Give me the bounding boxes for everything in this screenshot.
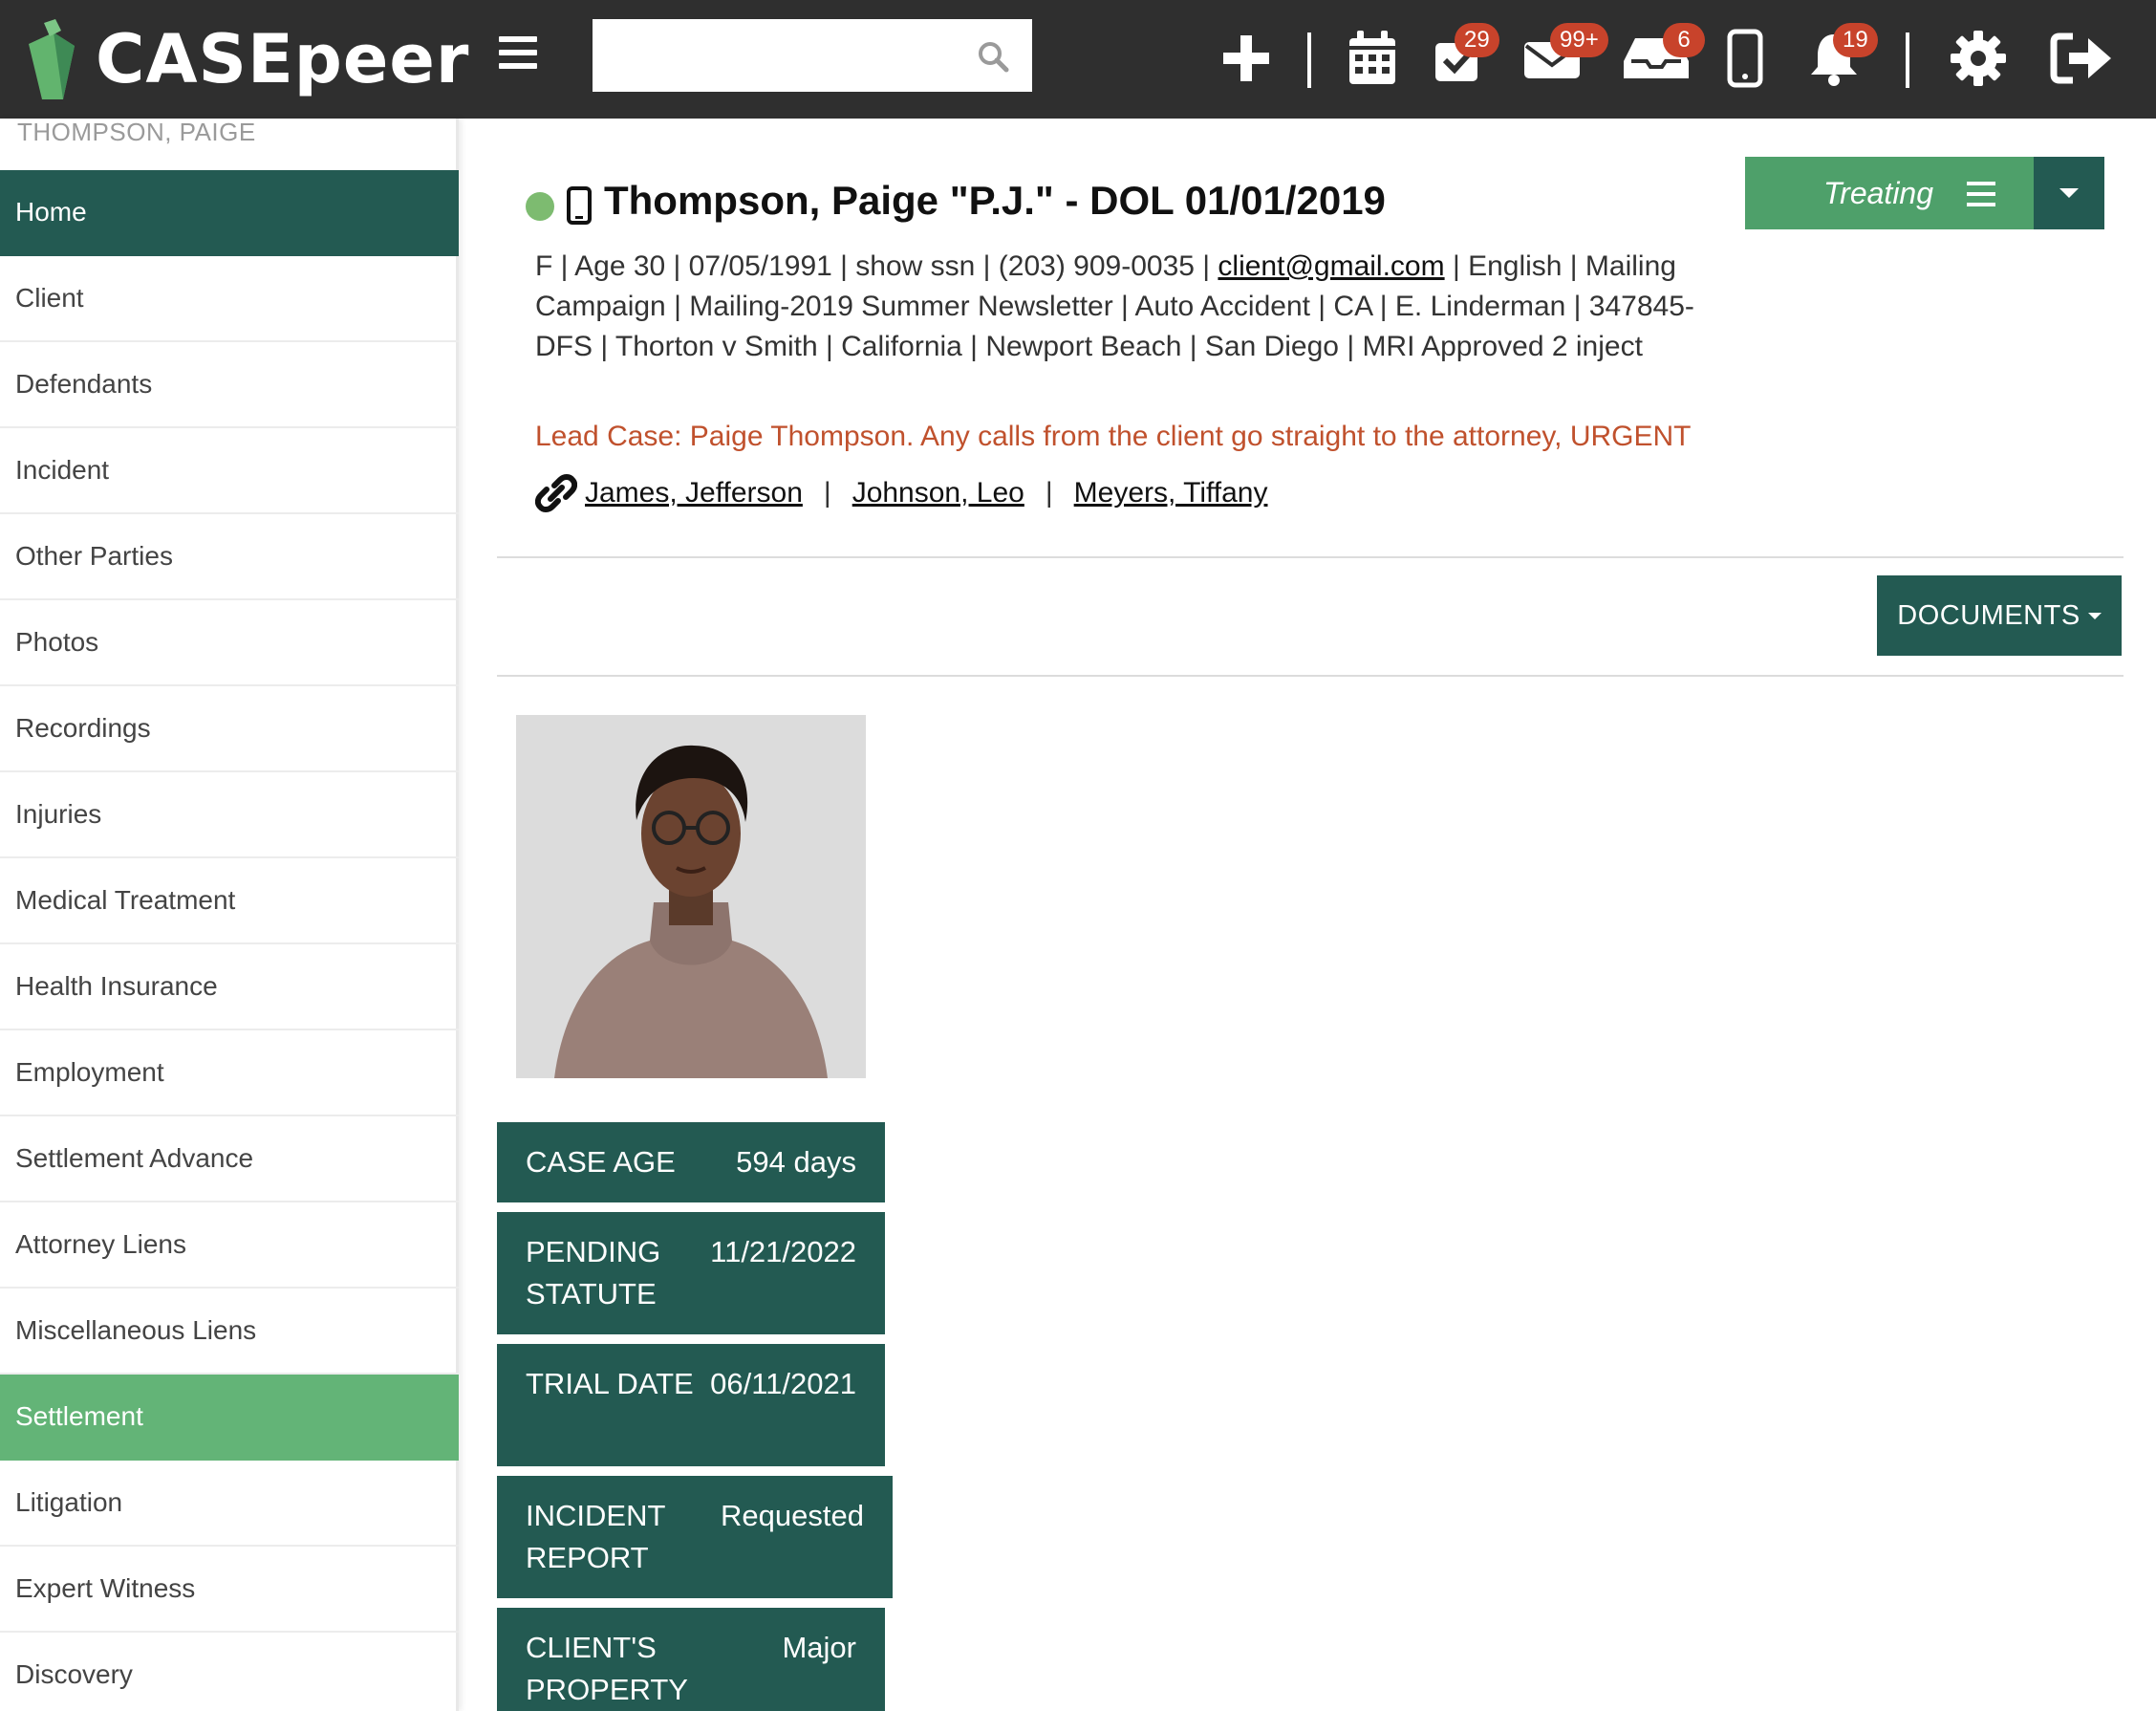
stat-value: 06/11/2021 (710, 1367, 856, 1400)
client-info-line1: F | Age 30 | 07/05/1991 | show ssn | (20… (535, 250, 1218, 282)
stat-label: CASE AGE (526, 1145, 676, 1179)
stat-value: Requested (721, 1499, 864, 1532)
link-separator: | (823, 477, 831, 509)
sidebar-item-settlement[interactable]: Settlement (0, 1375, 459, 1461)
sidebar-item-client[interactable]: Client (0, 256, 459, 342)
mail-badge: 99+ (1550, 23, 1608, 57)
mobile-phone-icon (1727, 29, 1763, 88)
tasks-button[interactable]: 29 (1432, 23, 1499, 90)
casepeer-logo-icon (29, 19, 75, 99)
stat-pending-statute: PENDING STATUTE 11/21/2022 (497, 1212, 885, 1334)
sidebar-item-recordings[interactable]: Recordings (0, 686, 459, 772)
case-status-button[interactable]: Treating (1745, 157, 2034, 229)
divider (497, 556, 2124, 558)
sign-out-icon (2050, 32, 2111, 84)
stat-label: PENDING STATUTE (526, 1235, 661, 1310)
search-input[interactable] (593, 19, 1032, 92)
toolbar-divider (1906, 32, 1909, 88)
stat-clients-property: CLIENT'S PROPERTY Major (497, 1608, 885, 1711)
plus-icon (1223, 35, 1269, 81)
sidebar-item-medical-treatment[interactable]: Medical Treatment (0, 858, 459, 944)
related-cases: James, Jefferson | Johnson, Leo | Meyers… (535, 472, 1268, 514)
divider (497, 675, 2124, 677)
menu-toggle-button[interactable] (499, 36, 537, 75)
case-status-label: Treating (1823, 175, 1934, 210)
toolbar-divider (1307, 32, 1311, 88)
inbox-button[interactable]: 6 (1621, 23, 1705, 90)
tasks-badge: 29 (1455, 23, 1499, 57)
notifications-button[interactable]: 19 (1806, 23, 1878, 90)
stat-case-age: CASE AGE 594 days (497, 1122, 885, 1202)
stat-label: INCIDENT REPORT (526, 1499, 665, 1574)
sidebar-item-employment[interactable]: Employment (0, 1030, 459, 1116)
settings-button[interactable] (1950, 27, 2007, 90)
sidebar-item-incident[interactable]: Incident (0, 428, 459, 514)
sidebar-item-attorney-liens[interactable]: Attorney Liens (0, 1202, 459, 1289)
stat-label: TRIAL DATE (526, 1367, 694, 1400)
mobile-phone-icon (567, 186, 592, 225)
case-title: Thompson, Paige "P.J." - DOL 01/01/2019 (604, 178, 1386, 223)
case-status-dropdown[interactable] (2034, 157, 2104, 229)
related-case-link[interactable]: James, Jefferson (585, 477, 803, 509)
sidebar: THOMPSON, PAIGE Home Client Defendants I… (0, 119, 459, 1711)
caret-down-icon (2059, 188, 2079, 198)
caret-down-icon (2087, 612, 2102, 619)
sidebar-item-settlement-advance[interactable]: Settlement Advance (0, 1116, 459, 1202)
client-photo (516, 715, 866, 1078)
sidebar-item-injuries[interactable]: Injuries (0, 772, 459, 858)
app-name: CASEpeer (96, 20, 470, 98)
add-button[interactable] (1219, 27, 1273, 90)
sidebar-item-health-insurance[interactable]: Health Insurance (0, 944, 459, 1030)
stat-value: 11/21/2022 (710, 1235, 856, 1268)
sidebar-item-home[interactable]: Home (0, 170, 459, 256)
documents-button-label: DOCUMENTS (1897, 599, 2081, 631)
related-case-link[interactable]: Meyers, Tiffany (1074, 477, 1268, 509)
calendar-icon (1349, 31, 1395, 84)
sidebar-item-photos[interactable]: Photos (0, 600, 459, 686)
related-case-link[interactable]: Johnson, Leo (852, 477, 1024, 509)
search-icon[interactable] (977, 40, 1009, 73)
gear-icon (1951, 31, 2006, 86)
stat-value: 594 days (736, 1145, 856, 1179)
sidebar-client-name: THOMPSON, PAIGE (17, 118, 256, 146)
notifications-badge: 19 (1833, 23, 1878, 57)
sidebar-item-litigation[interactable]: Litigation (0, 1461, 459, 1547)
top-bar: CASEpeer 29 99+ 6 19 (0, 0, 2156, 119)
sidebar-item-miscellaneous-liens[interactable]: Miscellaneous Liens (0, 1289, 459, 1375)
list-icon (1967, 182, 1995, 213)
mobile-button[interactable] (1726, 27, 1764, 90)
client-email-link[interactable]: client@gmail.com (1218, 250, 1444, 282)
search-box (593, 19, 1032, 92)
status-dot (526, 192, 554, 221)
link-separator: | (1045, 477, 1053, 509)
sidebar-item-discovery[interactable]: Discovery (0, 1633, 459, 1711)
lead-case-note: Lead Case: Paige Thompson. Any calls fro… (535, 421, 1692, 452)
client-info: F | Age 30 | 07/05/1991 | show ssn | (20… (535, 247, 1720, 367)
sidebar-item-expert-witness[interactable]: Expert Witness (0, 1547, 459, 1633)
documents-button[interactable]: DOCUMENTS (1877, 575, 2122, 656)
inbox-badge: 6 (1663, 23, 1705, 57)
logout-button[interactable] (2049, 27, 2114, 90)
mail-button[interactable]: 99+ (1521, 23, 1608, 90)
sidebar-item-other-parties[interactable]: Other Parties (0, 514, 459, 600)
stat-label: CLIENT'S PROPERTY (526, 1631, 688, 1706)
sidebar-nav: Home Client Defendants Incident Other Pa… (0, 170, 459, 1711)
app-logo[interactable]: CASEpeer (25, 13, 469, 105)
sidebar-item-defendants[interactable]: Defendants (0, 342, 459, 428)
stat-trial-date: TRIAL DATE 06/11/2021 (497, 1344, 885, 1466)
case-status-control: Treating (1745, 157, 2104, 229)
link-icon (535, 474, 577, 512)
calendar-button[interactable] (1346, 27, 1399, 90)
stat-incident-report: INCIDENT REPORT Requested (497, 1476, 893, 1598)
client-portrait-image (516, 715, 866, 1078)
stat-value: Major (782, 1631, 856, 1664)
client-info-line1-end: | English | (1444, 250, 1578, 282)
